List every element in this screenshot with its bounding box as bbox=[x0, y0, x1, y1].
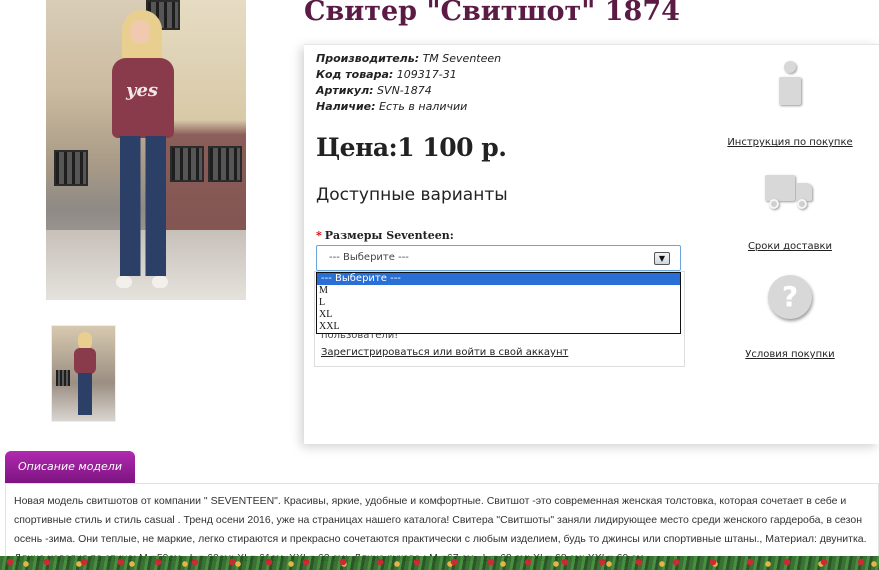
product-price: Цена:1 100 р. bbox=[316, 133, 507, 162]
register-login-link[interactable]: Зарегистрироваться или войти в свой акка… bbox=[321, 347, 568, 358]
purchase-instruction-link[interactable]: Инструкция по покупке bbox=[725, 137, 855, 148]
purchase-terms-link[interactable]: Условия покупки bbox=[725, 349, 855, 360]
info-icon bbox=[775, 61, 805, 107]
size-option-xl[interactable]: XL bbox=[317, 309, 680, 321]
photo-window-grille bbox=[54, 150, 88, 186]
delivery-time-link[interactable]: Сроки доставки bbox=[725, 241, 855, 252]
photo-model: yes bbox=[108, 10, 178, 292]
festive-garland-decoration bbox=[0, 556, 879, 570]
product-title: Свитер "Свитшот" 1874 bbox=[304, 0, 680, 27]
size-label: * Размеры Seventeen: bbox=[316, 229, 454, 242]
size-dropdown-list[interactable]: --- Выберите --- M L XL XXL bbox=[316, 272, 681, 334]
chevron-down-icon[interactable]: ▼ bbox=[654, 252, 670, 265]
spec-article: Артикул: SVN-1874 bbox=[316, 84, 432, 97]
size-option-placeholder[interactable]: --- Выберите --- bbox=[317, 273, 680, 285]
required-mark: * bbox=[316, 229, 322, 242]
purchase-terms-item[interactable]: ? Условия покупки bbox=[725, 275, 855, 360]
spec-availability: Наличие: Есть в наличии bbox=[316, 100, 468, 113]
purchase-instruction-item[interactable]: Инструкция по покупке bbox=[725, 61, 855, 148]
product-main-image[interactable]: yes bbox=[46, 0, 246, 300]
spec-product-code: Код товара: 109317-31 bbox=[316, 68, 457, 81]
question-mark-icon: ? bbox=[768, 275, 812, 319]
variants-heading: Доступные варианты bbox=[316, 185, 508, 205]
photo-window-grille bbox=[208, 146, 242, 182]
spec-manufacturer: Производитель: TM Seventeen bbox=[316, 52, 502, 65]
product-thumbnail[interactable] bbox=[51, 325, 116, 422]
size-select[interactable]: --- Выберите --- ▼ bbox=[316, 245, 681, 271]
size-select-value: --- Выберите --- bbox=[329, 252, 409, 263]
product-specs: Производитель: TM Seventeen Код товара: … bbox=[316, 51, 501, 115]
truck-icon bbox=[765, 171, 815, 211]
size-option-xxl[interactable]: XXL bbox=[317, 321, 680, 333]
size-option-m[interactable]: M bbox=[317, 285, 680, 297]
product-info-panel: Производитель: TM Seventeen Код товара: … bbox=[304, 44, 879, 444]
tab-model-description[interactable]: Описание модели bbox=[5, 451, 135, 483]
delivery-time-item[interactable]: Сроки доставки bbox=[725, 171, 855, 252]
size-option-l[interactable]: L bbox=[317, 297, 680, 309]
